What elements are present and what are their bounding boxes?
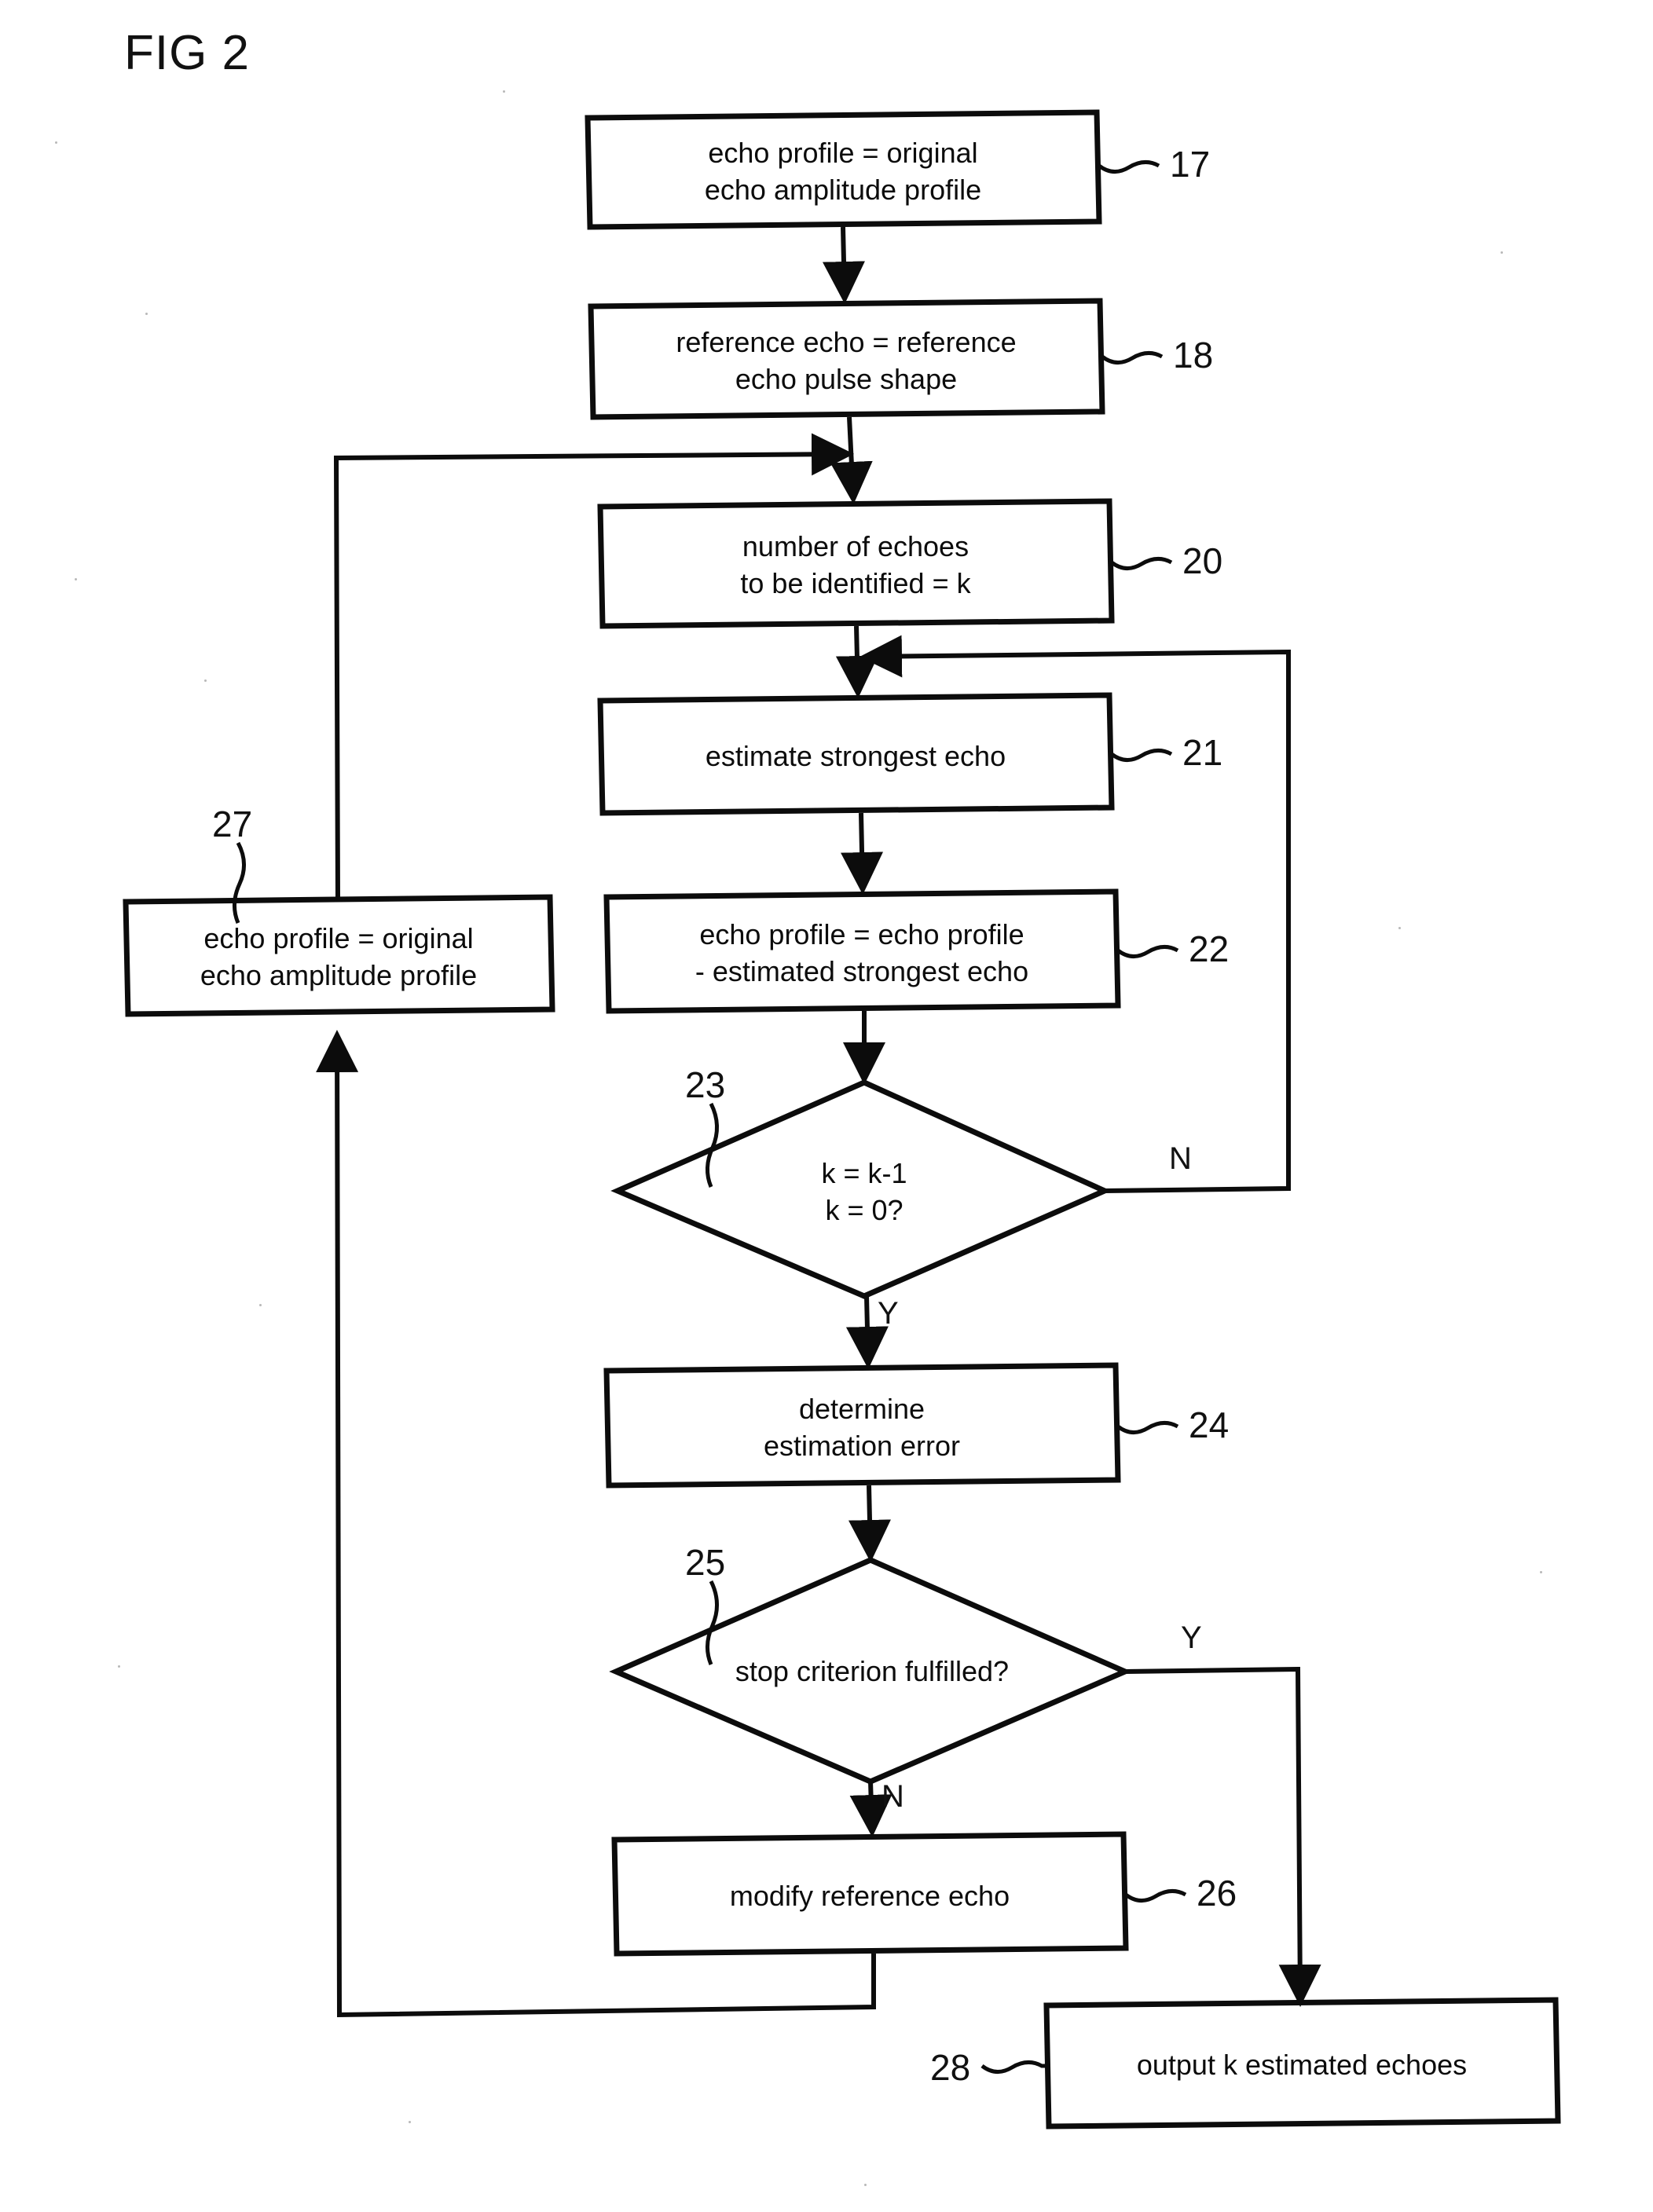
- scan-speck: [259, 1304, 262, 1306]
- branch-label-23-yes: Y: [878, 1296, 899, 1331]
- ref-number-27: 27: [212, 804, 253, 844]
- leader-18: [1101, 351, 1164, 364]
- leader-20: [1110, 557, 1173, 570]
- branch-label-25-yes: Y: [1181, 1621, 1202, 1655]
- ref-number-24: 24: [1189, 1404, 1230, 1445]
- node-box-17: [585, 109, 1102, 230]
- edge-21-to-22: [841, 812, 884, 895]
- edge-24-to-25: [848, 1485, 891, 1562]
- scan-speck: [1501, 251, 1503, 254]
- edge-17-to-18: [822, 226, 865, 304]
- leader-22: [1116, 945, 1179, 958]
- scan-speck: [864, 2184, 867, 2186]
- scan-speck: [409, 2121, 411, 2123]
- node-box-18: [588, 298, 1105, 420]
- scan-speck: [55, 141, 57, 144]
- leader-21: [1110, 749, 1173, 762]
- scan-speck: [1540, 1571, 1542, 1573]
- node-box-28: [1043, 1997, 1561, 2130]
- ref-number-21: 21: [1182, 732, 1223, 773]
- figure-root: FIG 2 echo profile = original echo ampli…: [0, 0, 1653, 2212]
- ref-number-28: 28: [930, 2047, 971, 2088]
- node-box-24: [603, 1362, 1121, 1489]
- scan-speck: [204, 679, 207, 682]
- scan-speck: [75, 578, 77, 580]
- node-box-27: [123, 894, 555, 1017]
- ref-number-20: 20: [1182, 540, 1223, 581]
- branch-label-23-no: N: [1169, 1141, 1192, 1176]
- ref-number-18: 18: [1173, 335, 1214, 375]
- flowchart-canvas: [123, 109, 1561, 2130]
- edge-20-to-21: [835, 625, 878, 698]
- edge-25-yes-to-28: [1124, 1666, 1321, 2007]
- leader-17: [1098, 160, 1160, 174]
- ref-number-22: 22: [1189, 928, 1230, 969]
- ref-number-17: 17: [1170, 144, 1211, 185]
- branch-label-25-no: N: [881, 1779, 904, 1814]
- ref-number-26: 26: [1197, 1873, 1237, 1914]
- leader-28: [980, 2060, 1048, 2074]
- edge-25-no-to-26: [849, 1781, 892, 1837]
- node-box-22: [603, 888, 1121, 1014]
- edge-18-to-20: [830, 416, 873, 504]
- leader-24: [1116, 1421, 1179, 1434]
- node-box-26: [611, 1831, 1129, 1957]
- node-box-21: [597, 692, 1115, 816]
- scan-speck: [503, 90, 505, 93]
- scan-speck: [118, 1665, 120, 1668]
- edge-23-yes-to-24: [845, 1295, 889, 1369]
- leader-26: [1124, 1889, 1187, 1903]
- node-diamond-23: [610, 1079, 1112, 1299]
- node-box-20: [597, 498, 1115, 629]
- scan-speck: [1398, 927, 1401, 929]
- ref-number-23: 23: [685, 1064, 726, 1105]
- ref-number-25: 25: [685, 1542, 726, 1583]
- scan-speck: [145, 313, 148, 315]
- node-diamond-25: [609, 1557, 1132, 1785]
